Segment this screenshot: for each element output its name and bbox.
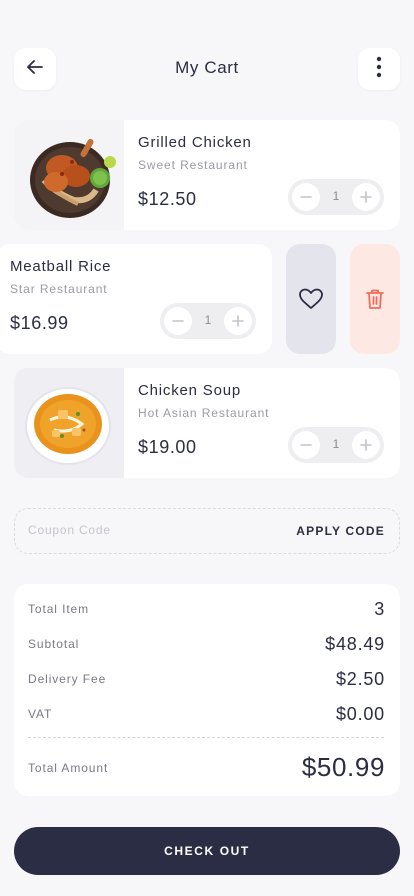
item-name: Chicken Soup <box>138 382 241 399</box>
total-item-value: 3 <box>374 599 385 619</box>
item-price: $12.50 <box>138 189 197 209</box>
favorite-button[interactable] <box>286 244 336 354</box>
total-amount-value: $50.99 <box>301 752 385 782</box>
trash-icon <box>366 289 384 309</box>
checkout-button[interactable]: CHECK OUT <box>14 827 400 875</box>
quantity-stepper: 1 <box>288 179 384 215</box>
quantity-stepper: 1 <box>160 303 256 339</box>
plus-icon <box>232 315 244 327</box>
subtotal-label: Subtotal <box>28 637 80 651</box>
cart-item[interactable]: Grilled Chicken Sweet Restaurant $12.50 … <box>14 120 400 230</box>
item-price: $19.00 <box>138 437 197 457</box>
summary-divider <box>28 737 384 738</box>
total-amount-label: Total Amount <box>28 761 109 775</box>
coupon-code-input[interactable] <box>28 523 248 537</box>
plus-icon <box>360 191 372 203</box>
increase-button[interactable] <box>224 307 252 335</box>
delivery-fee-label: Delivery Fee <box>28 672 107 686</box>
increase-button[interactable] <box>352 183 380 211</box>
heart-icon <box>299 288 323 309</box>
quantity-stepper: 1 <box>288 427 384 463</box>
coupon-box: APPLY CODE <box>14 508 400 554</box>
order-summary: Total Item 3 Subtotal $48.49 Delivery Fe… <box>14 584 400 796</box>
vat-value: $0.00 <box>335 704 385 724</box>
item-restaurant: Star Restaurant <box>10 282 108 296</box>
delivery-fee-value: $2.50 <box>335 669 385 689</box>
delete-button[interactable] <box>350 244 400 354</box>
more-options-button[interactable] <box>358 48 400 90</box>
item-name: Meatball Rice <box>10 258 112 275</box>
total-item-label: Total Item <box>28 602 90 616</box>
item-price: $16.99 <box>10 313 69 333</box>
more-vertical-icon <box>376 56 382 83</box>
vat-label: VAT <box>28 707 53 721</box>
grilled-chicken-image <box>14 120 124 230</box>
cart-item-swiped[interactable]: Meatball Rice Star Restaurant $16.99 1 <box>0 244 272 354</box>
page-title: My Cart <box>175 58 239 77</box>
cart-item[interactable]: Chicken Soup Hot Asian Restaurant $19.00… <box>14 368 400 478</box>
chicken-soup-image <box>14 368 124 478</box>
subtotal-value: $48.49 <box>325 634 385 654</box>
item-name: Grilled Chicken <box>138 134 252 151</box>
item-restaurant: Hot Asian Restaurant <box>138 406 270 420</box>
item-restaurant: Sweet Restaurant <box>138 158 248 172</box>
plus-icon <box>360 439 372 451</box>
increase-button[interactable] <box>352 431 380 459</box>
apply-code-button[interactable]: APPLY CODE <box>296 524 385 538</box>
